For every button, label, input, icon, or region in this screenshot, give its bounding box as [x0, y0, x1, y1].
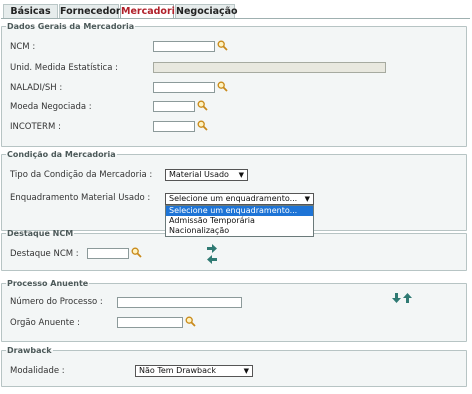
incoterm-input[interactable] [153, 121, 195, 132]
section-title: Processo Anuente [7, 279, 89, 288]
incoterm-magnifier-icon[interactable] [197, 120, 208, 131]
destaque-ncm-input[interactable] [87, 248, 129, 259]
tipo-condicao-value: Material Usado [169, 170, 229, 179]
modalidade-label: Modalidade : [10, 366, 65, 376]
modalidade-value: Não Tem Drawback [139, 366, 217, 375]
naladi-input[interactable] [153, 82, 215, 93]
naladi-magnifier-icon[interactable] [217, 81, 228, 92]
dropdown-option[interactable]: Admissão Temporária [166, 216, 313, 226]
chevron-down-icon: ▼ [304, 195, 310, 203]
tab-basicas[interactable]: Básicas [3, 4, 58, 18]
section-title: Drawback [7, 346, 52, 355]
chevron-down-icon: ▼ [243, 367, 249, 375]
unid-medida-input [153, 62, 386, 73]
enquadramento-label: Enquadramento Material Usado : [10, 193, 151, 203]
arrow-up-icon[interactable] [403, 293, 412, 303]
ncm-label: NCM : [10, 42, 36, 52]
tab-negociacao[interactable]: Negociação [175, 4, 238, 18]
destaque-ncm-label: Destaque NCM : [10, 249, 79, 259]
numero-processo-label: Número do Processo : [10, 297, 103, 307]
moeda-label: Moeda Negociada : [10, 102, 92, 112]
tab-divider [1, 18, 470, 19]
dropdown-option[interactable]: Selecione um enquadramento... [166, 206, 313, 216]
tab-mercadoria[interactable]: Mercadoria [120, 4, 181, 18]
enquadramento-value: Selecione um enquadramento... [169, 194, 298, 203]
ncm-magnifier-icon[interactable] [217, 40, 228, 51]
dropdown-option[interactable]: Nacionalização [166, 226, 313, 236]
ncm-input[interactable] [153, 41, 215, 52]
tipo-condicao-label: Tipo da Condição da Mercadoria : [10, 170, 153, 180]
moeda-magnifier-icon[interactable] [197, 100, 208, 111]
moeda-input[interactable] [153, 101, 195, 112]
orgao-anuente-label: Orgão Anuente : [10, 318, 80, 328]
numero-processo-input[interactable] [117, 297, 242, 308]
incoterm-label: INCOTERM : [10, 122, 61, 132]
modalidade-select[interactable]: Não Tem Drawback ▼ [135, 365, 253, 377]
enquadramento-dropdown: Selecione um enquadramento... Admissão T… [165, 205, 314, 237]
section-processo-anuente: Processo Anuente [1, 279, 467, 342]
arrow-right-icon[interactable] [207, 244, 217, 253]
naladi-label: NALADI/SH : [10, 83, 63, 93]
orgao-magnifier-icon[interactable] [185, 316, 196, 327]
tipo-condicao-select[interactable]: Material Usado ▼ [165, 169, 248, 181]
section-title: Condição da Mercadoria [7, 150, 116, 159]
unid-medida-label: Unid. Medida Estatística : [10, 63, 119, 73]
orgao-anuente-input[interactable] [117, 317, 183, 328]
enquadramento-select[interactable]: Selecione um enquadramento... ▼ [165, 193, 314, 205]
tab-fornecedor[interactable]: Fornecedor [59, 4, 121, 18]
arrow-down-icon[interactable] [392, 293, 401, 303]
chevron-down-icon: ▼ [238, 171, 244, 179]
destaque-magnifier-icon[interactable] [131, 247, 142, 258]
section-dados-gerais: Dados Gerais da Mercadoria [1, 22, 467, 147]
section-title: Dados Gerais da Mercadoria [7, 22, 135, 31]
arrow-left-icon[interactable] [207, 255, 217, 264]
section-title: Destaque NCM [7, 229, 74, 238]
